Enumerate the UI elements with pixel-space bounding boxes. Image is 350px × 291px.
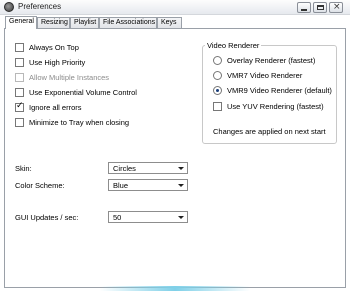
minimize-button[interactable]	[297, 2, 311, 13]
title-bar[interactable]: Preferences ×	[0, 0, 350, 15]
window-title: Preferences	[18, 2, 62, 11]
exponential-volume-label: Use Exponential Volume Control	[29, 88, 137, 97]
always-on-top-label: Always On Top	[29, 43, 79, 52]
tab-playlist[interactable]: Playlist	[70, 17, 99, 28]
allow-multiple-instances-label: Allow Multiple Instances	[29, 73, 110, 82]
skin-value: Circles	[113, 164, 136, 173]
chevron-down-icon	[178, 167, 184, 170]
yuv-rendering-checkbox[interactable]	[213, 102, 222, 111]
use-high-priority-label: Use High Priority	[29, 58, 86, 67]
gui-updates-label: GUI Updates / sec:	[15, 213, 79, 222]
gui-updates-value: 50	[113, 213, 122, 222]
close-button[interactable]: ×	[329, 2, 343, 13]
yuv-rendering-label: Use YUV Rendering (fastest)	[227, 102, 324, 111]
skin-select[interactable]: Circles	[108, 162, 188, 174]
maximize-button[interactable]	[313, 2, 327, 13]
chevron-down-icon	[178, 184, 184, 187]
maximize-icon	[317, 5, 324, 10]
tab-keys[interactable]: Keys	[157, 17, 182, 28]
bottom-edge-glow	[100, 286, 250, 291]
color-scheme-select[interactable]: Blue	[108, 179, 188, 191]
vmr7-renderer-label: VMR7 Video Renderer	[227, 71, 303, 80]
tab-file-associations[interactable]: File Associations	[99, 17, 157, 28]
exponential-volume-checkbox[interactable]	[15, 88, 24, 97]
allow-multiple-instances-checkbox	[15, 73, 24, 82]
vmr9-renderer-label: VMR9 Video Renderer (default)	[227, 86, 332, 95]
overlay-renderer-radio[interactable]	[213, 56, 222, 65]
color-scheme-label: Color Scheme:	[15, 181, 65, 190]
vmr7-renderer-radio[interactable]	[213, 71, 222, 80]
overlay-renderer-label: Overlay Renderer (fastest)	[227, 56, 316, 65]
close-icon: ×	[333, 2, 341, 12]
tab-resizing[interactable]: Resizing	[37, 17, 70, 28]
skin-label: Skin:	[15, 164, 32, 173]
tab-general[interactable]: General	[5, 16, 37, 29]
use-high-priority-checkbox[interactable]	[15, 58, 24, 67]
minimize-to-tray-checkbox[interactable]	[15, 118, 24, 127]
vmr9-renderer-radio[interactable]	[213, 86, 222, 95]
preferences-window: Preferences × General Resizing Playlist …	[0, 0, 350, 291]
gui-updates-select[interactable]: 50	[108, 211, 188, 223]
app-icon	[4, 2, 14, 12]
chevron-down-icon	[178, 216, 184, 219]
ignore-all-errors-label: Ignore all errors	[29, 103, 82, 112]
minimize-icon	[301, 9, 307, 11]
video-renderer-title: Video Renderer	[205, 41, 262, 50]
ignore-all-errors-checkbox[interactable]	[15, 101, 24, 112]
minimize-to-tray-label: Minimize to Tray when closing	[29, 118, 130, 127]
color-scheme-value: Blue	[113, 181, 129, 190]
restart-note-text: Changes are applied on next start	[213, 127, 326, 136]
always-on-top-checkbox[interactable]	[15, 43, 24, 52]
